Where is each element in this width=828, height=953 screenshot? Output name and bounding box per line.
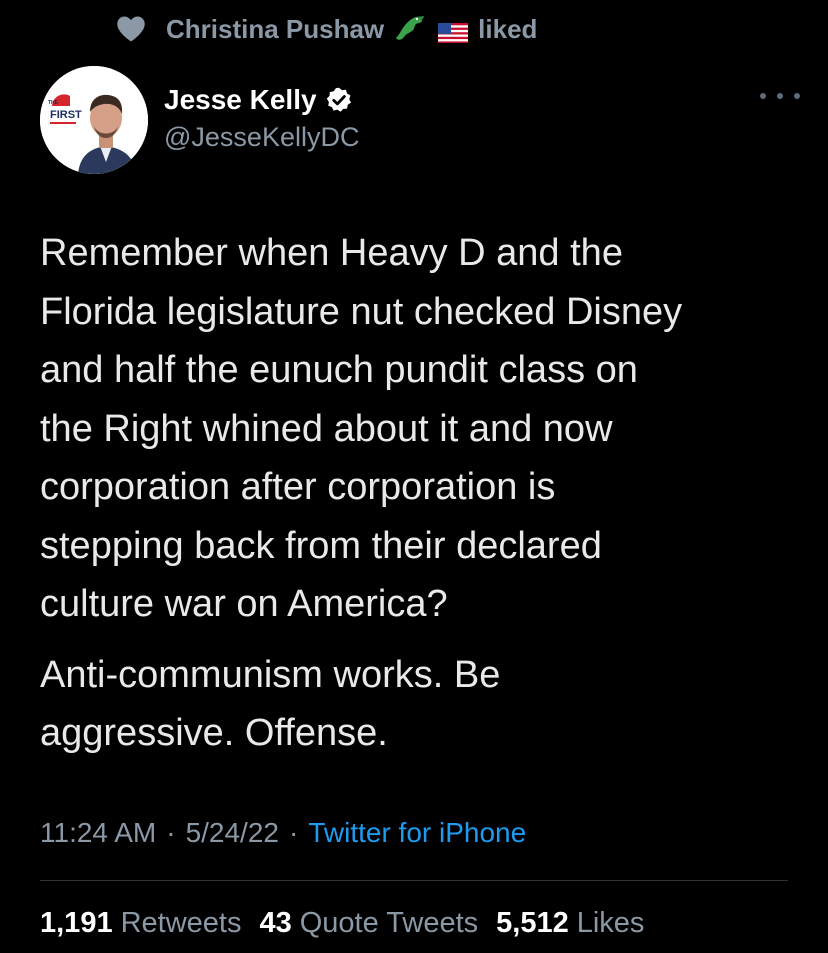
quote-tweets-label: Quote Tweets xyxy=(299,906,479,939)
tweet-text: Remember when Heavy D and the Florida le… xyxy=(40,224,800,775)
retweets-label: Retweets xyxy=(120,906,242,939)
quote-tweets-count: 43 xyxy=(259,906,292,939)
separator: · xyxy=(288,817,299,848)
heart-icon xyxy=(116,15,146,43)
tweet-header: FIRST THE Jesse Kelly @JesseKellyDC xyxy=(40,66,800,176)
social-context: Christina Pushaw liked xyxy=(116,10,537,48)
tweet-date[interactable]: 5/24/22 xyxy=(186,817,279,849)
author-display-name[interactable]: Jesse Kelly xyxy=(164,84,317,116)
separator: · xyxy=(166,817,176,848)
more-options-button[interactable] xyxy=(760,88,800,104)
more-dot-icon xyxy=(794,93,800,99)
source-link[interactable]: Twitter for iPhone xyxy=(308,817,526,849)
svg-text:THE: THE xyxy=(48,100,59,106)
tweet-paragraph: Anti-communism works. Be aggressive. Off… xyxy=(40,653,501,755)
more-dot-icon xyxy=(777,93,783,99)
retweets-count: 1,191 xyxy=(40,906,113,939)
action-label: liked xyxy=(478,13,538,44)
liker-name[interactable]: Christina Pushaw xyxy=(166,14,384,45)
tweet-time[interactable]: 11:24 AM xyxy=(40,817,156,849)
alligator-icon xyxy=(392,14,426,44)
likes-stat[interactable]: 5,512 Likes xyxy=(496,907,644,940)
divider xyxy=(40,880,788,881)
engagement-stats: 1,191 Retweets 43 Quote Tweets 5,512 Lik… xyxy=(40,902,662,944)
more-dot-icon xyxy=(760,93,766,99)
likes-label: Likes xyxy=(576,906,645,939)
quote-tweets-stat[interactable]: 43 Quote Tweets xyxy=(259,907,478,940)
verified-badge-icon xyxy=(325,86,353,114)
likes-count: 5,512 xyxy=(496,906,569,939)
retweets-stat[interactable]: 1,191 Retweets xyxy=(40,907,241,940)
us-flag-icon xyxy=(438,19,469,43)
tweet-paragraph: Remember when Heavy D and the Florida le… xyxy=(40,232,683,625)
author-handle[interactable]: @JesseKellyDC xyxy=(164,122,359,153)
avatar[interactable]: FIRST THE xyxy=(40,66,148,174)
svg-text:FIRST: FIRST xyxy=(50,109,82,121)
tweet-metadata: 11:24 AM · 5/24/22 · Twitter for iPhone xyxy=(40,812,526,854)
